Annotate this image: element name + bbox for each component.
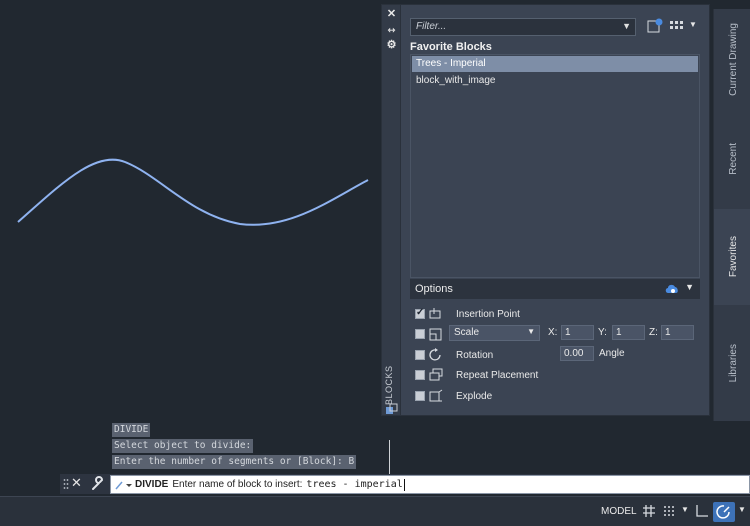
list-item[interactable]: block_with_image: [412, 73, 698, 89]
insertion-point-checkbox[interactable]: [415, 307, 425, 319]
cloud-sync-icon[interactable]: [664, 282, 680, 296]
explode-icon: [429, 389, 443, 402]
rotation-label: Rotation: [456, 349, 494, 361]
x-label: X:: [548, 327, 558, 338]
close-icon[interactable]: ✕: [385, 8, 398, 21]
filter-placeholder: Filter...: [416, 21, 447, 32]
close-icon[interactable]: ✕: [71, 475, 82, 491]
chevron-down-icon[interactable]: ▼: [681, 505, 689, 514]
command-prompt: Enter name of block to insert:: [172, 479, 303, 490]
scale-y-input[interactable]: 1: [612, 325, 645, 340]
z-label: Z:: [649, 327, 658, 338]
palette-title-strip: ✕ ⇿ ⚙ BLOCKS: [382, 5, 401, 415]
tab-favorites[interactable]: Favorites: [713, 209, 750, 305]
text-caret: [403, 478, 405, 491]
command-history: DIVIDE Select object to divide: Enter th…: [112, 423, 357, 471]
chevron-down-icon[interactable]: ▼: [685, 282, 694, 292]
view-grid-icon[interactable]: [668, 17, 686, 35]
insertion-point-label: Insertion Point: [456, 308, 520, 320]
blocks-palette: ✕ ⇿ ⚙ BLOCKS Filter... ▼ ▼ Favorite Bloc…: [381, 4, 750, 421]
scale-select-value: Scale: [454, 327, 480, 338]
section-title: Favorite Blocks: [410, 41, 492, 53]
favorite-blocks-list[interactable]: Trees - Imperial block_with_image: [410, 54, 700, 278]
insertion-point-option[interactable]: Insertion Point: [415, 306, 520, 322]
options-title: Options: [415, 283, 453, 295]
rotation-icon: [429, 348, 441, 361]
rotation-option[interactable]: Rotation: [415, 347, 493, 363]
chevron-down-icon[interactable]: ▼: [738, 505, 746, 514]
tab-current-drawing[interactable]: Current Drawing: [713, 9, 750, 109]
repeat-placement-option[interactable]: Repeat Placement: [415, 367, 538, 383]
tab-recent[interactable]: Recent: [713, 109, 750, 209]
status-bar: MODEL ▼ ▼: [0, 496, 750, 526]
polar-tracking-icon: [716, 505, 730, 519]
rotation-checkbox[interactable]: [415, 350, 425, 360]
explode-option[interactable]: Explode: [415, 388, 492, 404]
options-header[interactable]: Options ▼: [410, 279, 700, 299]
autohide-icon[interactable]: ⇿: [385, 24, 398, 37]
explode-checkbox[interactable]: [415, 391, 425, 401]
filter-input[interactable]: Filter... ▼: [410, 18, 636, 36]
repeat-placement-label: Repeat Placement: [456, 369, 539, 381]
history-line: Enter the number of segments or [Block]:…: [112, 455, 357, 469]
crosshair-cursor: [389, 440, 390, 474]
angle-label: Angle: [599, 348, 625, 359]
palette-title: BLOCKS: [384, 365, 394, 405]
view-dropdown-icon[interactable]: ▼: [689, 20, 697, 29]
history-line: Select object to divide:: [112, 439, 254, 453]
command-value: trees - imperial: [306, 479, 403, 490]
scale-icon: [429, 328, 442, 341]
repeat-placement-checkbox[interactable]: [415, 370, 425, 380]
chevron-down-icon: ▼: [527, 327, 535, 336]
snap-mode-icon[interactable]: [661, 503, 677, 519]
scale-option[interactable]: [415, 326, 444, 342]
chevron-down-icon[interactable]: ▼: [622, 21, 631, 31]
wrench-icon[interactable]: [90, 476, 106, 492]
y-label: Y:: [598, 327, 607, 338]
insertion-point-icon: [429, 308, 441, 319]
spline-curve[interactable]: [0, 0, 380, 240]
command-line-bar: ✕ DIVIDE Enter name of block to insert: …: [60, 474, 750, 494]
command-input[interactable]: DIVIDE Enter name of block to insert: tr…: [110, 475, 750, 494]
blocks-palette-icon: [386, 403, 398, 414]
ortho-mode-icon[interactable]: [694, 503, 710, 519]
command-name: DIVIDE: [135, 479, 169, 490]
explode-label: Explode: [456, 390, 493, 402]
scale-checkbox[interactable]: [415, 329, 425, 339]
repeat-placement-icon: [429, 368, 443, 381]
scale-x-input[interactable]: 1: [561, 325, 594, 340]
scale-z-input[interactable]: 1: [661, 325, 694, 340]
grip-handle-icon[interactable]: [63, 478, 69, 490]
gear-icon[interactable]: ⚙: [385, 39, 398, 52]
list-item[interactable]: Trees - Imperial: [412, 56, 698, 72]
browse-blocks-icon[interactable]: [646, 17, 664, 35]
angle-input[interactable]: 0.00: [560, 346, 594, 361]
model-button[interactable]: MODEL: [598, 504, 640, 520]
polar-tracking-button[interactable]: [713, 502, 735, 522]
scale-select[interactable]: Scale ▼: [449, 325, 540, 341]
grid-display-icon[interactable]: [641, 503, 657, 519]
tab-libraries[interactable]: Libraries: [713, 305, 750, 421]
history-line: DIVIDE: [112, 423, 151, 437]
command-prompt-icon[interactable]: [114, 479, 132, 491]
side-tabs: Current Drawing Recent Favorites Librari…: [713, 9, 750, 421]
